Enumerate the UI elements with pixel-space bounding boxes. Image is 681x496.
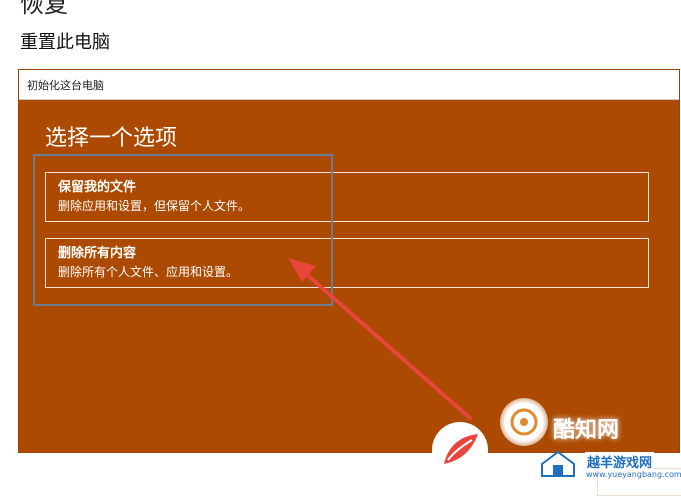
option-title: 删除所有内容 [58, 246, 137, 261]
option-description: 删除应用和设置，但保留个人文件。 [58, 199, 251, 213]
section-title: 重置此电脑 [20, 32, 110, 53]
dialog-titlebar: 初始化这台电脑 [19, 70, 679, 100]
keep-my-files-option[interactable]: 保留我的文件 删除应用和设置，但保留个人文件。 [45, 172, 649, 222]
reset-pc-dialog: 初始化这台电脑 选择一个选项 保留我的文件 删除应用和设置，但保留个人文件。 删… [18, 69, 681, 496]
watermark-brand-text: 酷知网 [553, 418, 620, 443]
remove-everything-option[interactable]: 删除所有内容 删除所有个人文件、应用和设置。 [45, 238, 649, 288]
option-description: 删除所有个人文件、应用和设置。 [58, 265, 239, 279]
dialog-heading: 选择一个选项 [45, 126, 178, 151]
watermark-url-text: www.yueyangbang.com [586, 470, 681, 479]
option-title: 保留我的文件 [58, 180, 137, 195]
watermark-leaf-icon [432, 422, 488, 478]
watermark-site-text: 越羊游戏网 [585, 452, 655, 471]
watermark-logo-icon [500, 398, 548, 446]
dialog-title: 初始化这台电脑 [27, 78, 104, 92]
page-top-title: 恢复 [20, 0, 68, 18]
watermark-house-icon [541, 450, 575, 477]
